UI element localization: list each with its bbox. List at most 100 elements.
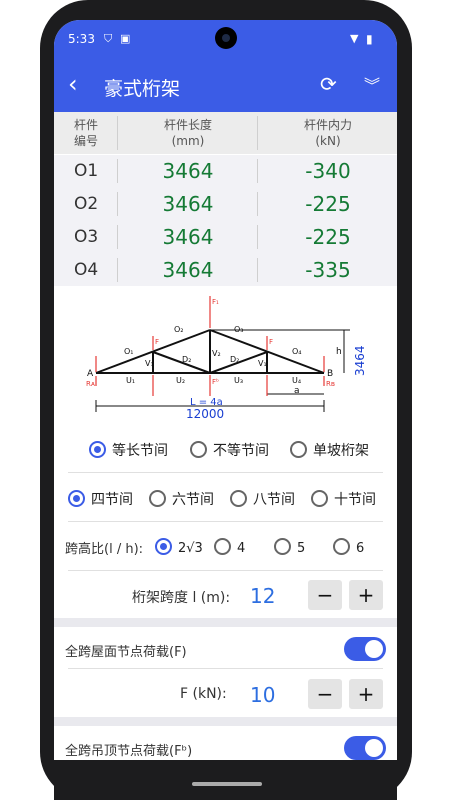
radio-ratio-2root3[interactable]: 2√3 [155,538,203,556]
radio-unselected-icon [274,538,291,555]
member-force: -340 [305,159,351,183]
radio-single-slope[interactable]: 单坡桁架 [290,440,369,460]
radio-selected-icon [155,538,172,555]
member-length: 3464 [162,159,214,183]
load-f1-label: F₁ [212,298,219,306]
divider [68,521,383,522]
radio-equal-spacing[interactable]: 等长节间 [89,440,168,460]
label-bottom-u1: U₁ [126,376,135,385]
radio-unselected-icon [190,441,207,458]
span-increment-button[interactable]: + [349,580,383,610]
load-f-label-right: F [269,338,273,346]
force-f-label: F (kN): [180,686,227,702]
ceiling-load-toggle[interactable] [344,736,386,760]
reaction-ra-label: Rᴀ [86,380,95,388]
divider [257,159,258,183]
label-bottom-u4: U₄ [292,376,301,385]
divider [117,159,118,183]
height-value-label: 3464 [353,345,367,376]
ceiling-load-label: 全跨吊顶节点荷载(Fᵇ) [65,744,193,759]
camera-cutout [215,27,237,49]
label-diag-d2: D₂ [182,355,191,364]
divider [68,472,383,473]
section-gap [54,618,397,627]
ratio-label: 跨高比(l / h): [65,542,144,557]
status-bar: 5:33 ⛉ ▣ ▼ ▮ [54,20,397,58]
label-vert-v1: V₁ [145,359,154,368]
member-id: O2 [74,194,99,214]
radio-four-panels[interactable]: 四节间 [68,489,133,509]
truss-diagram: O₁ O₂ O₃ O₄ U₁ U₂ U₃ U₄ D₂ D₂ V₁ V₂ V₁ A… [54,286,397,426]
radio-unequal-spacing[interactable]: 不等节间 [190,440,269,460]
radio-ratio-5[interactable]: 5 [274,538,305,556]
wifi-icon: ▼ [350,32,359,45]
node-b-label: B [327,369,333,379]
member-force: -225 [305,192,351,216]
chevron-double-down-icon[interactable]: ︾ [364,72,380,96]
member-length: 3464 [162,258,214,282]
radio-ratio-6[interactable]: 6 [333,538,364,556]
divider [257,258,258,282]
load-f-label: F [155,338,159,346]
force-increment-button[interactable]: + [349,679,383,709]
ratio-radio-group: 跨高比(l / h): 2√3 4 5 6 [54,526,397,566]
member-length: 3464 [162,225,214,249]
span-decrement-button[interactable]: − [308,580,342,610]
app-bar: ‹ 豪式桁架 ⟳ ︾ [54,58,397,112]
label-vert-v1b: V₁ [258,359,267,368]
table-row: O1 3464 -340 [54,155,397,189]
divider [117,258,118,282]
radio-unselected-icon [333,538,350,555]
radio-ten-panels[interactable]: 十节间 [311,489,376,509]
panel-radio-group: 四节间 六节间 八节间 十节间 [54,477,397,517]
radio-six-panels[interactable]: 六节间 [149,489,214,509]
force-decrement-button[interactable]: − [308,679,342,709]
section-gap [54,717,397,726]
divider [68,668,383,669]
refresh-icon[interactable]: ⟳ [320,72,337,96]
label-bottom-u3: U₃ [234,376,243,385]
back-arrow-icon[interactable]: ‹ [68,70,78,98]
radio-selected-icon [89,441,106,458]
reaction-rb-label: Rʙ [326,380,335,388]
force-f-value: 10 [250,683,276,707]
label-diag-d2b: D₂ [230,355,239,364]
panel-a-label: a [294,386,300,396]
height-h-label: h [336,347,342,357]
span-label: 桁架跨度 l (m): [132,590,231,606]
header-id: 杆件 编号 [73,118,98,148]
divider [68,570,383,571]
member-id: O1 [74,161,99,181]
status-time: 5:33 [68,32,95,46]
header-force: 杆件内力 (kN) [303,118,352,148]
divider [117,225,118,249]
shield-icon: ⛉ [104,32,113,45]
table-row: O3 3464 -225 [54,221,397,255]
divider [257,225,258,249]
span-value-label: 12000 [186,407,224,421]
radio-unselected-icon [290,441,307,458]
roof-load-toggle[interactable] [344,637,386,661]
a-box-icon: ▣ [120,32,131,45]
radio-ratio-4[interactable]: 4 [214,538,245,556]
table-header: 杆件 编号 杆件长度 (mm) 杆件内力 (kN) [54,112,397,154]
member-id: O3 [74,227,99,247]
radio-selected-icon [68,490,85,507]
navigation-bar [54,760,397,800]
member-force: -225 [305,225,351,249]
table-row: O4 3464 -335 [54,254,397,288]
divider [257,116,258,150]
home-indicator[interactable] [192,782,262,786]
label-vert-v2: V₂ [212,349,221,358]
label-top-o3: O₃ [234,325,244,334]
page-title: 豪式桁架 [104,78,181,100]
member-length: 3464 [162,192,214,216]
radio-eight-panels[interactable]: 八节间 [230,489,295,509]
node-a-label: A [87,369,94,379]
span-value: 12 [250,584,276,608]
radio-unselected-icon [214,538,231,555]
load-fb-label: Fᵇ [212,378,219,386]
label-bottom-u2: U₂ [176,376,185,385]
member-id: O4 [74,260,99,280]
roof-load-label: 全跨屋面节点荷载(F) [65,645,187,660]
